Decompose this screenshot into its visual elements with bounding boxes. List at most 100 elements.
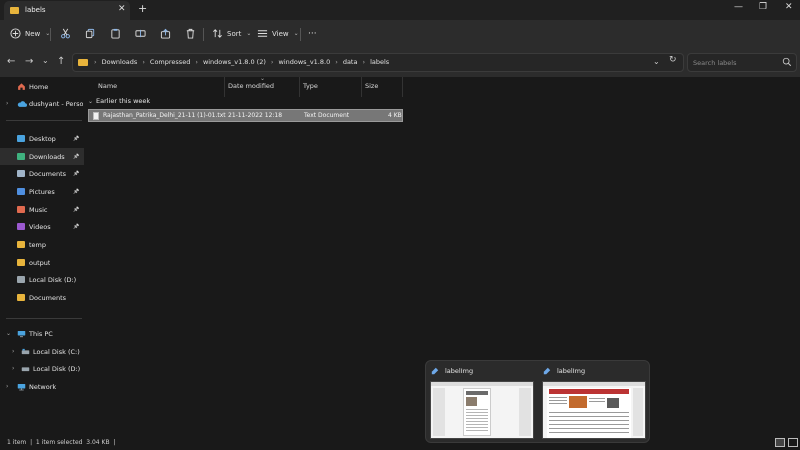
sidebar-item-label: Local Disk (C:) [33,347,80,356]
delete-button[interactable] [185,27,196,40]
group-header[interactable]: ⌄ Earlier this week [88,97,150,105]
sidebar-item-label: Network [29,382,57,391]
expand-chevron-icon[interactable]: ⌄ [6,330,11,337]
column-divider[interactable] [361,77,362,97]
sidebar-item-local-disk-d[interactable]: Local Disk (D:) [0,271,84,288]
minimize-button[interactable]: — [734,2,743,12]
breadcrumb-item[interactable]: windows_v1.8.0 [279,58,331,66]
table-row[interactable]: Rajasthan_Patrika_Delhi_21-11 (1)-01.txt… [88,109,403,122]
breadcrumb-item[interactable]: Compressed [150,58,190,66]
maximize-button[interactable]: ❐ [759,2,767,12]
folder-icon [17,276,25,283]
column-header-date[interactable]: Date modified [228,82,274,90]
sidebar-item-documents[interactable]: Documents [0,289,84,306]
computer-icon [17,330,26,337]
expand-chevron-icon[interactable]: › [6,100,8,107]
forward-arrow-icon[interactable]: → [25,56,33,67]
column-divider[interactable] [224,77,225,97]
sidebar-item-output[interactable]: output [0,254,84,271]
more-options-button[interactable]: ··· [308,27,317,40]
sidebar-item-network[interactable]: › Network [0,378,84,395]
folder-icon [17,223,25,230]
chevron-down-icon: ⌄ [293,30,299,37]
sidebar-item-onedrive[interactable]: › dushyant - Personal [0,95,84,112]
recent-chevron-icon[interactable]: ⌄ [42,56,49,65]
sidebar-item-music[interactable]: Music 📌 [0,201,84,218]
pin-icon[interactable]: 📌 [73,136,79,142]
share-button[interactable] [160,27,171,40]
sidebar-item-local-disk-c[interactable]: › Local Disk (C:) [0,343,84,360]
sidebar-item-videos[interactable]: Videos 📌 [0,218,84,235]
search-box[interactable] [687,53,797,72]
pin-icon[interactable]: 📌 [73,189,79,195]
file-name: Rajasthan_Patrika_Delhi_21-11 (1)-01.txt [103,112,226,119]
pin-icon[interactable]: 📌 [73,207,79,213]
tab-labels[interactable]: labels ✕ [4,1,130,20]
sort-label: Sort [227,29,242,38]
breadcrumb-item[interactable]: Downloads [102,58,138,66]
paste-button[interactable] [110,27,121,40]
breadcrumb-item[interactable]: windows_v1.8.0 (2) [203,58,266,66]
breadcrumb-item[interactable]: labels [370,58,389,66]
close-button[interactable]: ✕ [785,2,793,12]
preview-thumbnail [430,381,534,439]
breadcrumb-separator-icon: › [94,58,97,66]
copy-button[interactable] [85,27,96,40]
sidebar-item-temp[interactable]: temp [0,236,84,253]
pin-icon[interactable]: 📌 [73,154,79,160]
sidebar-item-local-disk-d[interactable]: › Local Disk (D:) [0,360,84,377]
breadcrumb-item[interactable]: data [343,58,358,66]
search-input[interactable] [693,57,778,69]
sort-icon [213,29,222,38]
scissors-icon [61,28,70,39]
expand-chevron-icon[interactable]: › [12,348,14,355]
new-button[interactable]: New ⌄ [10,27,50,40]
address-dropdown-icon[interactable]: ⌄ [653,57,660,66]
up-arrow-icon[interactable]: ↑ [57,56,65,67]
column-divider[interactable] [299,77,300,97]
collapse-chevron-icon[interactable]: ⌄ [88,98,93,105]
sidebar-item-label: temp [29,240,47,249]
pin-icon[interactable]: 📌 [73,224,79,230]
address-bar[interactable]: › Downloads › Compressed › windows_v1.8.… [72,53,684,72]
column-header-name[interactable]: Name [98,82,117,90]
sidebar-item-downloads[interactable]: Downloads 📌 [0,148,84,165]
column-header-size[interactable]: Size [365,82,378,90]
file-size: 4 KB [388,112,402,119]
new-tab-button[interactable]: + [138,2,147,15]
tab-close-icon[interactable]: ✕ [118,4,126,14]
sidebar-item-pictures[interactable]: Pictures 📌 [0,183,84,200]
share-icon [160,28,171,39]
preview-window[interactable]: labelImg [426,361,534,444]
sort-button[interactable]: Sort ⌄ [212,27,251,40]
sidebar-item-this-pc[interactable]: ⌄ This PC [0,325,84,342]
view-button[interactable]: View ⌄ [257,27,299,40]
sidebar-item-label: Music [29,205,48,214]
column-divider[interactable] [402,77,403,97]
divider [6,318,82,319]
labelimg-app-icon [431,367,439,375]
chevron-down-icon: ⌄ [246,30,252,37]
pin-icon[interactable]: 📌 [73,171,79,177]
cut-button[interactable] [60,27,71,40]
sidebar-item-label: Local Disk (D:) [33,364,81,373]
rename-button[interactable] [135,27,146,40]
sidebar-item-documents[interactable]: Documents 📌 [0,165,84,182]
tiles-view-icon[interactable] [788,438,798,447]
sidebar-item-desktop[interactable]: Desktop 📌 [0,130,84,147]
breadcrumb-separator-icon: › [362,58,366,66]
preview-thumbnail [542,381,646,439]
expand-chevron-icon[interactable]: › [12,365,14,372]
folder-icon [17,294,25,301]
folder-icon [17,241,25,248]
sidebar-item-home[interactable]: Home [0,78,84,95]
folder-icon [17,206,25,213]
refresh-icon[interactable]: ↻ [669,55,677,65]
expand-chevron-icon[interactable]: › [6,383,8,390]
preview-window[interactable]: labelImg [538,361,646,444]
details-view-icon[interactable] [775,438,785,447]
back-arrow-icon[interactable]: ← [7,56,15,67]
column-header-type[interactable]: Type [303,82,318,90]
drive-icon [21,367,30,372]
folder-icon [17,170,25,177]
